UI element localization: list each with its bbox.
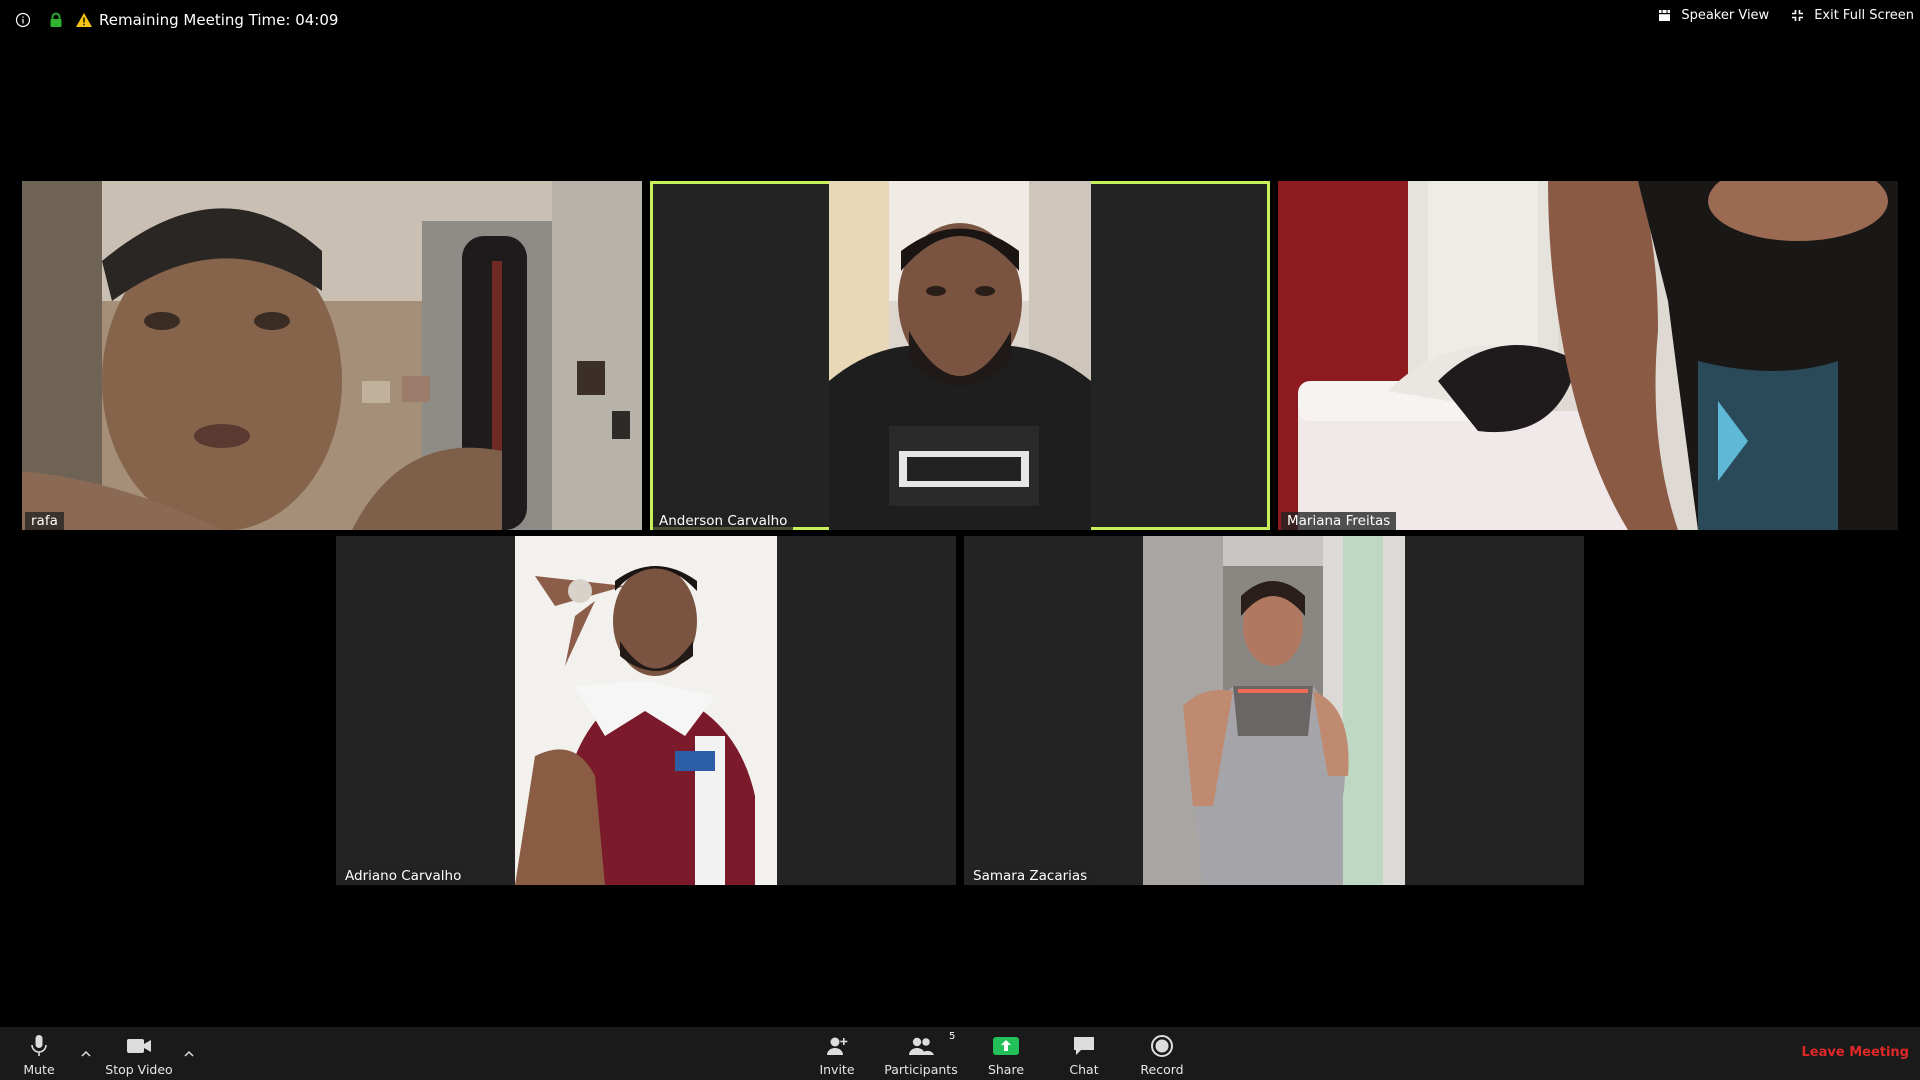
participant-name: Anderson Carvalho — [653, 512, 794, 530]
video-tile-adriano-carvalho[interactable]: Adriano Carvalho — [336, 536, 956, 885]
participant-video — [22, 181, 642, 530]
participant-video — [1143, 536, 1405, 885]
participant-video — [1278, 181, 1898, 530]
exit-full-screen-label: Exit Full Screen — [1814, 8, 1914, 23]
stop-video-label: Stop Video — [105, 1062, 173, 1077]
add-person-icon — [825, 1034, 849, 1058]
warning-icon — [75, 12, 93, 28]
speaker-view-button[interactable]: Speaker View — [1658, 8, 1769, 23]
record-label: Record — [1140, 1062, 1184, 1077]
chevron-up-icon[interactable] — [80, 1045, 92, 1057]
chat-bubble-icon — [1072, 1034, 1096, 1058]
exit-full-screen-button[interactable]: Exit Full Screen — [1791, 8, 1914, 23]
speaker-view-label: Speaker View — [1681, 8, 1770, 23]
meeting-top-bar: Remaining Meeting Time: 04:09 Speaker Vi… — [0, 0, 1920, 40]
chevron-up-icon[interactable] — [183, 1045, 195, 1057]
microphone-icon — [29, 1034, 49, 1058]
participant-video — [515, 536, 777, 885]
exit-fullscreen-icon — [1791, 9, 1804, 22]
participants-button[interactable]: Participants — [884, 1027, 958, 1080]
invite-label: Invite — [819, 1062, 855, 1077]
participant-name: Mariana Freitas — [1281, 512, 1397, 530]
record-button[interactable]: Record — [1138, 1027, 1186, 1080]
stop-video-button[interactable]: Stop Video — [102, 1027, 176, 1080]
video-tile-samara-zacarias[interactable]: Samara Zacarias — [964, 536, 1584, 885]
participant-name: rafa — [25, 512, 64, 530]
video-tile-mariana-freitas[interactable]: Mariana Freitas — [1278, 181, 1898, 530]
video-tile-anderson-carvalho[interactable]: Anderson Carvalho — [650, 181, 1270, 530]
participants-icon — [907, 1034, 935, 1058]
mute-label: Mute — [23, 1062, 55, 1077]
chat-button[interactable]: Chat — [1066, 1027, 1102, 1080]
participants-label: Participants — [884, 1062, 958, 1077]
lock-icon[interactable] — [49, 12, 63, 28]
share-label: Share — [987, 1062, 1025, 1077]
speaker-view-icon — [1658, 9, 1671, 22]
record-icon — [1150, 1034, 1174, 1058]
participant-name: Samara Zacarias — [967, 867, 1094, 885]
view-controls: Speaker View Exit Full Screen — [1658, 8, 1914, 23]
video-camera-icon — [126, 1034, 152, 1058]
chat-label: Chat — [1069, 1062, 1099, 1077]
participants-count-badge: 5 — [949, 1031, 956, 1042]
remaining-meeting-time: Remaining Meeting Time: 04:09 — [99, 11, 339, 29]
info-icon[interactable] — [15, 12, 31, 28]
leave-meeting-button[interactable]: Leave Meeting — [1802, 1045, 1910, 1060]
share-button[interactable]: Share — [984, 1027, 1028, 1080]
meeting-status-area: Remaining Meeting Time: 04:09 — [15, 9, 338, 31]
participant-name: Adriano Carvalho — [339, 867, 468, 885]
meeting-controls-toolbar: Mute Stop Video Invite Participants 5 Sh… — [0, 1027, 1920, 1080]
mute-button[interactable]: Mute — [16, 1027, 62, 1080]
share-arrow-icon — [993, 1034, 1019, 1058]
invite-button[interactable]: Invite — [816, 1027, 858, 1080]
video-tile-rafa[interactable]: rafa — [22, 181, 642, 530]
participant-video — [829, 181, 1091, 530]
